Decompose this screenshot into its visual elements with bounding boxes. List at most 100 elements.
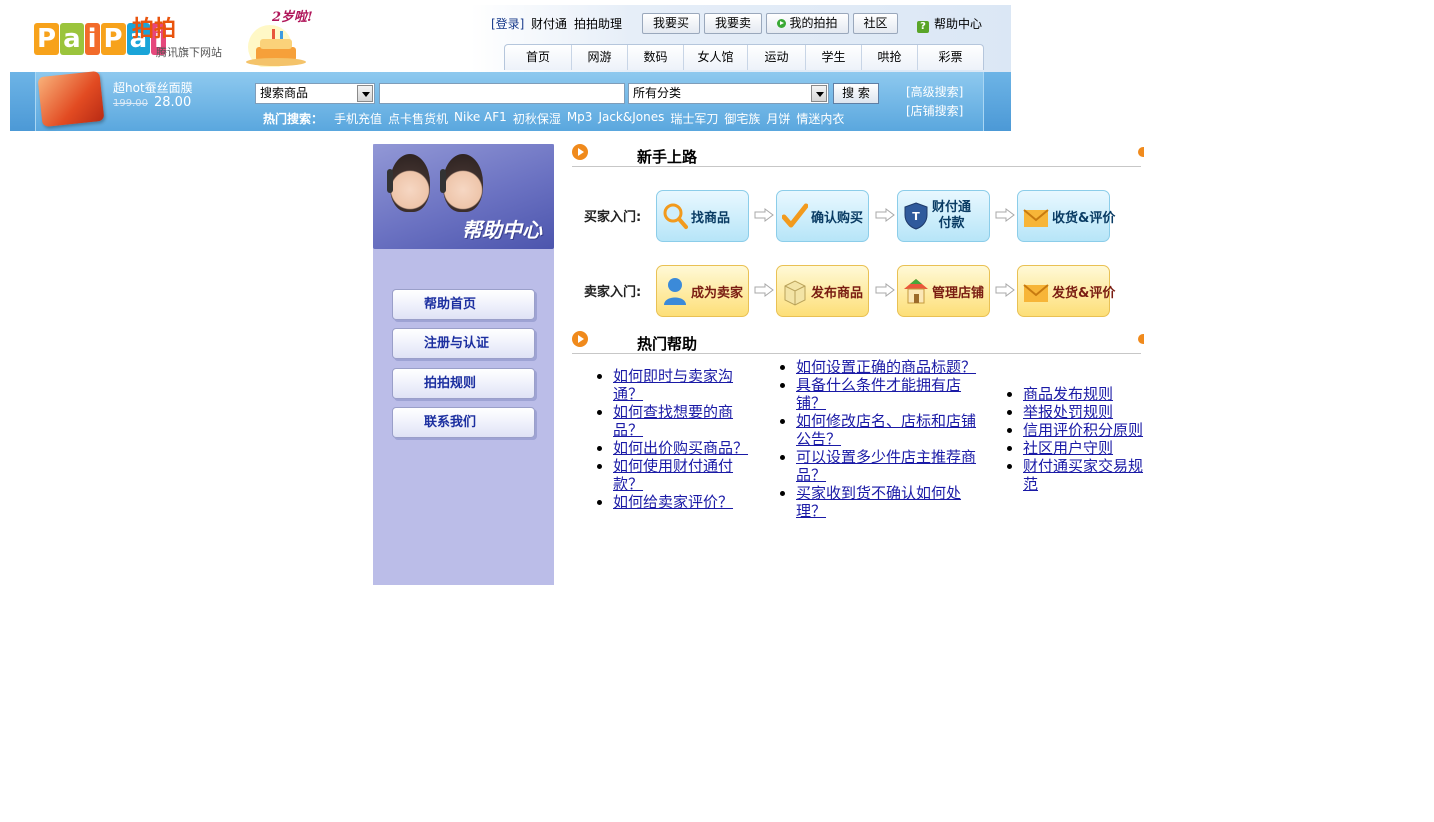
list-item: 如何给卖家评价？	[613, 493, 755, 511]
help-link[interactable]: 如何修改店名、店标和店铺公告？	[796, 412, 976, 448]
my-paipai-label: 我的拍拍	[789, 16, 838, 30]
step-find-goods[interactable]: 找商品	[656, 190, 749, 242]
help-link[interactable]: 如何给卖家评价？	[613, 493, 733, 511]
step-manage-shop[interactable]: 管理店铺	[897, 265, 990, 317]
hot-term[interactable]: 点卡售货机	[388, 110, 448, 127]
section-title: 新手上路	[637, 148, 698, 166]
step-label: 发布商品	[811, 285, 864, 301]
help-link[interactable]: 如何设置正确的商品标题？	[796, 358, 976, 376]
hot-term[interactable]: 初秋保湿	[513, 110, 561, 127]
community-button[interactable]: 社区	[853, 13, 898, 34]
list-item: 信用评价积分原则	[1023, 421, 1145, 439]
help-link[interactable]: 具备什么条件才能拥有店铺？	[796, 376, 961, 412]
shop-icon	[904, 279, 928, 304]
nav-item-games[interactable]: 网游	[571, 45, 627, 70]
list-item: 如何修改店名、店标和店铺公告？	[796, 412, 978, 448]
hot-help-column-2: 如何设置正确的商品标题？ 具备什么条件才能拥有店铺？ 如何修改店名、店标和店铺公…	[778, 358, 978, 520]
sidebar-button-rules[interactable]: 拍拍规则	[392, 368, 535, 399]
step-label: 成为卖家	[691, 285, 744, 301]
step-label: 管理店铺	[932, 285, 985, 301]
promo-old-price: 199.00	[113, 98, 148, 109]
buyer-entry-label: 买家入门:	[584, 210, 642, 225]
step-receive-rate[interactable]: 收货&评价	[1017, 190, 1115, 242]
search-button[interactable]: 搜 索	[833, 83, 879, 104]
sidebar-button-help-home[interactable]: 帮助首页	[392, 289, 535, 320]
hot-term[interactable]: 瑞士军刀	[670, 110, 718, 127]
step-ship-rate[interactable]: 发货&评价	[1017, 265, 1115, 317]
magnifier-icon	[663, 203, 688, 229]
search-type-select[interactable]: 搜索商品	[255, 83, 375, 104]
my-paipai-button[interactable]: 我的拍拍	[766, 13, 849, 34]
nav-item-home[interactable]: 首页	[505, 45, 571, 70]
arrow-circle-icon	[777, 19, 787, 28]
hot-help-section-header: 热门帮助	[572, 330, 1144, 354]
hot-term[interactable]: 情迷内衣	[796, 110, 844, 127]
hot-term[interactable]: Nike AF1	[454, 110, 507, 127]
promo-title[interactable]: 超hot蚕丝面膜	[113, 79, 193, 96]
step-label-two-line: 财付通 付款	[932, 200, 971, 232]
help-link[interactable]: 信用评价积分原则	[1023, 421, 1143, 439]
shop-search-link[interactable]: [店铺搜索]	[906, 102, 963, 119]
help-link[interactable]: 社区用户守则	[1023, 439, 1113, 457]
search-type-value: 搜索商品	[260, 86, 309, 100]
hot-term[interactable]: Mp3	[567, 110, 593, 127]
help-link[interactable]: 买家收到货不确认如何处理？	[796, 484, 961, 520]
step-publish-goods[interactable]: 发布商品	[776, 265, 869, 317]
nav-item-lottery[interactable]: 彩票	[917, 45, 983, 70]
nav-item-digital[interactable]: 数码	[627, 45, 683, 70]
hot-term[interactable]: 月饼	[766, 110, 790, 127]
list-item: 可以设置多少件店主推荐商品？	[796, 448, 978, 484]
step-label: 确认购买	[811, 210, 864, 226]
anniversary-badge: 2岁啦!	[272, 10, 313, 25]
checkmark-icon	[782, 203, 808, 228]
section-title: 热门帮助	[637, 335, 698, 353]
help-center-link[interactable]: ? 帮助中心	[917, 15, 982, 33]
advanced-search-link[interactable]: [高级搜索]	[906, 83, 963, 100]
sell-button[interactable]: 我要卖	[704, 13, 762, 34]
nav-item-sports[interactable]: 运动	[747, 45, 805, 70]
help-link[interactable]: 举报处罚规则	[1023, 403, 1113, 421]
nav-item-flash-sale[interactable]: 哄抢	[861, 45, 917, 70]
category-select[interactable]: 所有分类	[628, 83, 829, 104]
step-confirm-purchase[interactable]: 确认购买	[776, 190, 869, 242]
logo-letter: P	[100, 23, 126, 55]
hot-search-terms: 手机充值 点卡售货机 Nike AF1 初秋保湿 Mp3 Jack&Jones …	[334, 110, 844, 127]
nav-item-students[interactable]: 学生	[805, 45, 861, 70]
tagline: 腾讯旗下网站	[156, 46, 222, 59]
sidebar-button-contact[interactable]: 联系我们	[392, 407, 535, 438]
sidebar-button-register[interactable]: 注册与认证	[392, 328, 535, 359]
help-link[interactable]: 如何使用财付通付款？	[613, 457, 733, 493]
help-link[interactable]: 如何即时与卖家沟通？	[613, 367, 733, 403]
login-link[interactable]: [登录]	[491, 15, 524, 32]
hot-term[interactable]: Jack&Jones	[598, 110, 664, 127]
help-link[interactable]: 财付通买家交易规范	[1023, 457, 1143, 493]
promo-new-price: 28.00	[154, 95, 192, 110]
step-label: 发货&评价	[1052, 285, 1116, 301]
tenpay-link[interactable]: 财付通	[531, 15, 567, 32]
help-link[interactable]: 商品发布规则	[1023, 385, 1113, 403]
agent-avatar	[443, 154, 483, 212]
logo-letter: i	[84, 23, 100, 55]
step-tenpay-payment[interactable]: T 财付通 付款	[897, 190, 990, 242]
hot-term[interactable]: 手机充值	[334, 110, 382, 127]
nav-item-women[interactable]: 女人馆	[683, 45, 747, 70]
buy-button[interactable]: 我要买	[642, 13, 700, 34]
hot-term[interactable]: 御宅族	[724, 110, 760, 127]
help-link[interactable]: 如何查找想要的商品？	[613, 403, 733, 439]
headset-icon	[440, 169, 446, 193]
search-input[interactable]	[379, 83, 625, 104]
list-item: 如何出价购买商品？	[613, 439, 755, 457]
list-item: 如何使用财付通付款？	[613, 457, 755, 493]
promo-product-image[interactable]	[37, 70, 105, 128]
help-center-label: 帮助中心	[934, 17, 983, 31]
step-become-seller[interactable]: 成为卖家	[656, 265, 749, 317]
help-link[interactable]: 可以设置多少件店主推荐商品？	[796, 448, 976, 484]
help-link[interactable]: 如何出价购买商品？	[613, 439, 748, 457]
dropdown-arrow-icon	[357, 85, 373, 102]
logo-letter: P	[34, 23, 60, 55]
list-item: 买家收到货不确认如何处理？	[796, 484, 978, 520]
assistant-link[interactable]: 拍拍助理	[574, 15, 622, 32]
banner-title: 帮助中心	[462, 218, 542, 242]
step-label: 付款	[938, 216, 965, 231]
step-label: 找商品	[691, 210, 731, 226]
